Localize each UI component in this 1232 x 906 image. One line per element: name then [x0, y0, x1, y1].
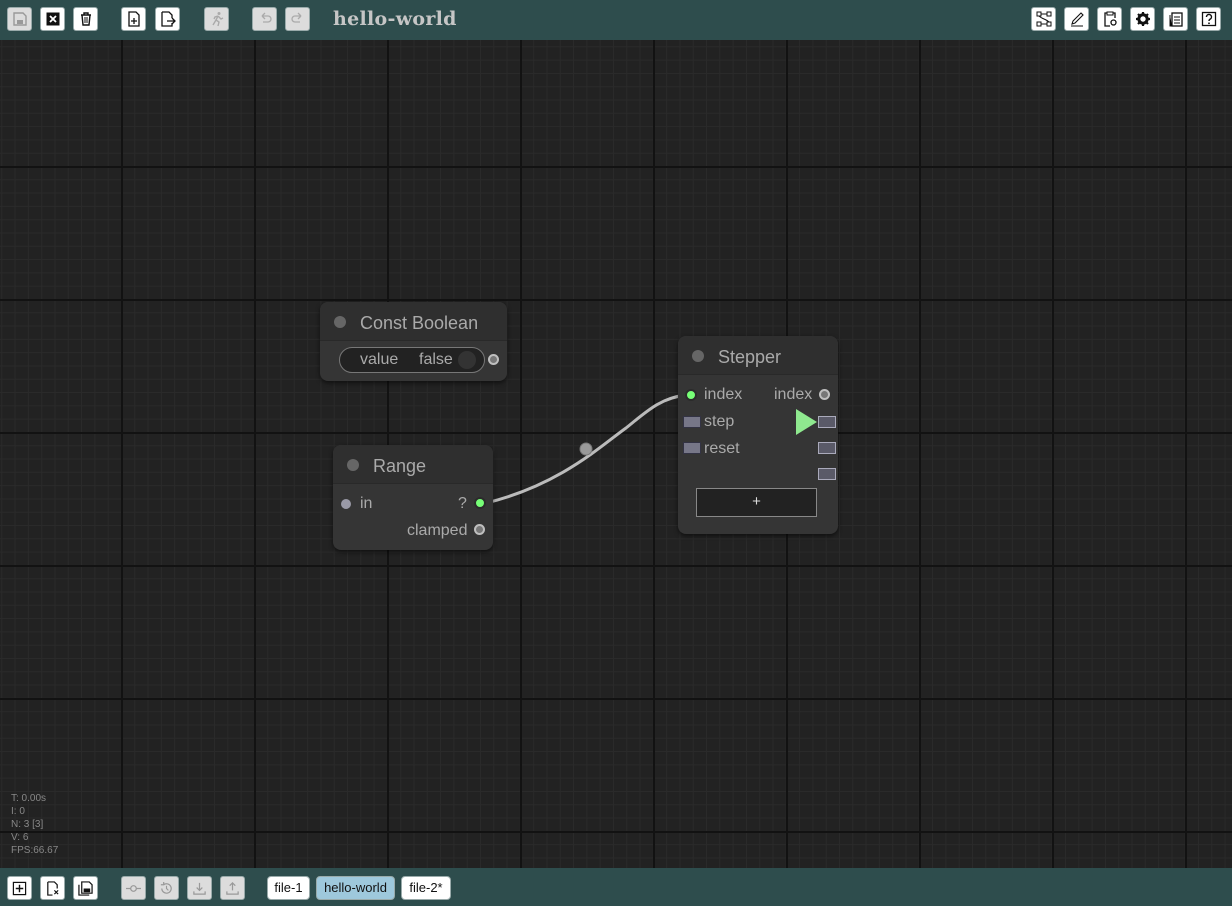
file-delete-button[interactable]: [40, 876, 65, 900]
revert-button[interactable]: [154, 876, 179, 900]
run-icon: [211, 12, 223, 27]
save-all-button[interactable]: [73, 876, 98, 900]
output-label-clamped: clamped: [407, 522, 468, 539]
output-label-value: ?: [458, 495, 467, 512]
export-file-icon: [160, 11, 176, 27]
add-slot-button[interactable]: +: [696, 488, 817, 517]
node-header[interactable]: Stepper: [678, 336, 838, 375]
output-label-index: index: [774, 386, 813, 403]
file-tab[interactable]: file-1: [267, 876, 310, 900]
file-tab[interactable]: file-2*: [401, 876, 451, 900]
delete-button[interactable]: [73, 7, 98, 31]
undo-icon: [261, 12, 272, 23]
node-title: Const Boolean: [360, 313, 479, 333]
node-collapse-dot[interactable]: [334, 316, 346, 328]
download-icon: [193, 882, 206, 895]
trash-icon: [80, 12, 91, 26]
input-label-index: index: [704, 386, 743, 403]
close-file-button[interactable]: [40, 7, 65, 31]
edit-icon: [1070, 12, 1084, 27]
render-stats: T: 0.00s I: 0 N: 3 [3] V: 6 FPS:66.67: [11, 792, 58, 857]
gear-icon: [1135, 12, 1150, 26]
stat-nodes: N: 3 [3]: [11, 819, 44, 830]
file-delete-icon: [47, 880, 59, 896]
graph-layout-button[interactable]: [1031, 7, 1056, 31]
output-slot-index[interactable]: [819, 389, 830, 400]
stat-fps: FPS:66.67: [11, 845, 59, 856]
graph-canvas[interactable]: Const Boolean value false Range in ? cla…: [0, 40, 1232, 868]
file-tab-active[interactable]: hello-world: [316, 876, 395, 900]
clipboard-settings-icon: [1103, 11, 1117, 27]
input-label-step: step: [704, 413, 735, 430]
graph-layout-icon: [1036, 11, 1051, 27]
boolean-toggle[interactable]: value false: [339, 347, 485, 373]
node-const-boolean[interactable]: Const Boolean value false: [320, 302, 507, 381]
link-layer: [484, 393, 688, 505]
upload-button[interactable]: [220, 876, 245, 900]
document-copy-button[interactable]: [1163, 7, 1188, 31]
download-button[interactable]: [187, 876, 212, 900]
new-file-button[interactable]: [121, 7, 146, 31]
app-title: hello-world: [333, 8, 457, 30]
save-all-icon: [78, 880, 93, 896]
input-label-reset: reset: [704, 440, 740, 457]
play-arrow-icon: [796, 409, 817, 435]
close-icon: [46, 12, 59, 26]
edit-button[interactable]: [1064, 7, 1089, 31]
toggle-label: value: [360, 351, 399, 368]
document-copy-icon: [1169, 12, 1183, 27]
help-button[interactable]: [1196, 7, 1221, 31]
node-title: Range: [373, 456, 427, 476]
help-icon: [1201, 11, 1216, 27]
node-range[interactable]: Range in ? clamped: [333, 445, 493, 550]
input-slot-step[interactable]: [683, 416, 701, 428]
add-node-icon: [12, 881, 27, 895]
redo-icon: [290, 12, 301, 23]
export-file-button[interactable]: [155, 7, 180, 31]
new-file-icon: [127, 11, 140, 27]
run-button[interactable]: [204, 7, 229, 31]
redo-button[interactable]: [285, 7, 310, 31]
settings-button[interactable]: [1130, 7, 1155, 31]
toggle-value: false: [419, 351, 453, 368]
stat-visible: V: 6: [11, 832, 29, 843]
save-button[interactable]: [7, 7, 32, 31]
revert-icon: [160, 881, 172, 894]
node-title: Stepper: [718, 347, 782, 367]
node-collapse-dot[interactable]: [347, 459, 359, 471]
node-collapse-dot[interactable]: [692, 350, 704, 362]
node-header[interactable]: Range: [333, 445, 493, 484]
node-stepper[interactable]: Stepper index index step reset +: [678, 336, 838, 534]
undo-button[interactable]: [252, 7, 277, 31]
input-slot-index[interactable]: [685, 389, 697, 401]
input-label-in: in: [360, 495, 373, 512]
output-slot-3[interactable]: [818, 442, 836, 454]
add-node-button[interactable]: [7, 876, 32, 900]
node-header[interactable]: Const Boolean: [320, 302, 507, 341]
commit-button[interactable]: [121, 876, 146, 900]
bottom-toolbar: file-1 hello-world file-2*: [0, 868, 1232, 906]
output-slot-2[interactable]: [818, 416, 836, 428]
output-slot-4[interactable]: [818, 468, 836, 480]
toggle-knob: [458, 351, 476, 369]
save-icon: [12, 12, 27, 26]
commit-icon: [126, 884, 141, 892]
link-center-handle: [579, 442, 593, 456]
stat-iterations: I: 0: [11, 806, 25, 817]
top-toolbar: hello-world: [0, 0, 1232, 40]
input-slot-in[interactable]: [341, 499, 351, 509]
stat-time: T: 0.00s: [11, 793, 47, 804]
input-slot-reset[interactable]: [683, 442, 701, 454]
output-slot[interactable]: [488, 354, 499, 365]
clipboard-settings-button[interactable]: [1097, 7, 1122, 31]
output-slot-clamped[interactable]: [474, 524, 485, 535]
output-slot-value[interactable]: [474, 497, 486, 509]
upload-icon: [226, 881, 239, 895]
